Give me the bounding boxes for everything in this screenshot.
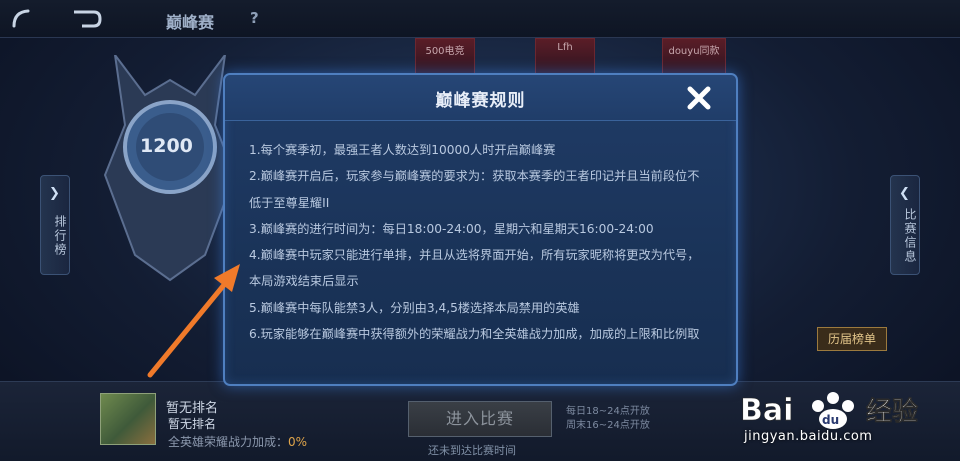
watermark-url: jingyan.baidu.com (744, 429, 873, 444)
match-time-notice: 还未到达比赛时间 (428, 444, 516, 457)
enter-match-button[interactable]: 进入比赛 (408, 401, 552, 437)
top-bar: 巅峰赛 ? (0, 0, 960, 38)
rule-line: 1.每个赛季初，最强王者人数达到10000人时开启巅峰赛 (249, 143, 556, 157)
back-icon[interactable] (70, 6, 104, 32)
player-card[interactable]: 500电竞 (415, 38, 475, 78)
open-time-weekend: 周末16~24点开放 (566, 420, 650, 431)
match-info-tab[interactable]: ❮ 比赛信息 (890, 175, 920, 275)
rank-title: 暂无排名 (166, 401, 219, 416)
power-bonus-value: 0% (288, 435, 308, 449)
chevron-left-icon: ❮ (899, 186, 912, 201)
dialog-header: 巅峰赛规则 (225, 75, 736, 121)
leaderboard-tab[interactable]: ❯ 排行榜 (40, 175, 70, 275)
history-rankings-button[interactable]: 历届榜单 (817, 327, 887, 351)
avatar (100, 393, 156, 445)
open-times: 每日18~24点开放 周末16~24点开放 (566, 405, 650, 433)
svg-text:经验: 经验 (866, 396, 918, 427)
dialog-title: 巅峰赛规则 (435, 91, 526, 111)
rule-line: 6.玩家能够在巅峰赛中获得额外的荣耀战力和全英雄战力加成，加成的上限和比例取 (249, 327, 700, 342)
emblem-score: 1200 (140, 135, 193, 157)
hook-icon[interactable] (8, 6, 34, 32)
player-card[interactable]: Lfh (535, 38, 595, 78)
rule-line: 3.巅峰赛的进行时间为：每日18:00-24:00，星期六和星期天16:00-2… (249, 221, 654, 236)
power-bonus-label: 全英雄荣耀战力加成： (168, 435, 289, 449)
open-time-daily: 每日18~24点开放 (566, 406, 650, 417)
rules-dialog: 巅峰赛规则 1.每个赛季初，最强王者人数达到10000人时开启巅峰赛 2.巅峰赛… (223, 73, 738, 386)
player-card[interactable]: douyu同款 (662, 38, 726, 78)
help-button[interactable]: ? (250, 9, 259, 27)
close-icon[interactable] (685, 84, 713, 112)
match-info-label: 比赛信息 (903, 208, 917, 264)
rule-line: 2.巅峰赛开启后，玩家参与巅峰赛的要求为：获取本赛季的王者印记并且当前段位不 (249, 169, 700, 184)
rule-line: 5.巅峰赛中每队能禁3人，分别由3,4,5楼选择本局禁用的英雄 (249, 300, 580, 315)
chevron-right-icon: ❯ (49, 186, 62, 201)
rule-line: 4.巅峰赛中玩家只能进行单排，并且从选将界面开始，所有玩家昵称将更改为代号， (249, 248, 700, 263)
svg-text:Bai: Bai (740, 393, 793, 428)
rule-line: 本局游戏结束后显示 (249, 274, 359, 289)
page-title: 巅峰赛 (166, 13, 215, 32)
rule-line: 低于至尊星耀II (249, 195, 330, 210)
svg-text:du: du (822, 413, 839, 427)
leaderboard-label: 排行榜 (53, 215, 67, 257)
rank-subtitle: 暂无排名 (168, 417, 217, 431)
power-bonus: 全英雄荣耀战力加成：0% (168, 433, 307, 450)
rules-list: 1.每个赛季初，最强王者人数达到10000人时开启巅峰赛 2.巅峰赛开启后，玩家… (249, 137, 724, 347)
